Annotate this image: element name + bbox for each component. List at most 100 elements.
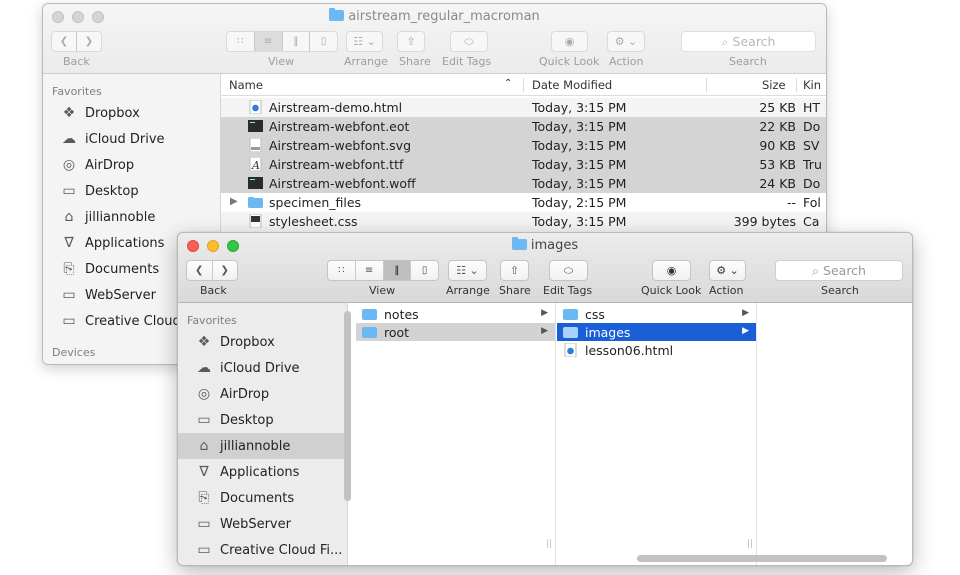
share-label: Share (399, 55, 431, 68)
share-label: Share (499, 284, 531, 297)
file-row[interactable]: A Airstream-webfont.ttf Today, 3:15 PM 5… (221, 155, 826, 174)
arrange-button[interactable]: ☷ ⌄ (448, 260, 487, 281)
titlebar[interactable]: images ❮ ❯ Back ∷ ≡ ‖ ▯ View ☷ ⌄ Arrange … (178, 233, 912, 303)
sidebar-item-webserver[interactable]: ▭ WebServer (178, 511, 347, 537)
column-item-root[interactable]: root ▶ (356, 323, 555, 341)
view-mode-control[interactable]: ∷ ≡ ‖ ▯ (327, 260, 439, 281)
front-finder-window[interactable]: images ❮ ❯ Back ∷ ≡ ‖ ▯ View ☷ ⌄ Arrange … (177, 232, 913, 566)
horizontal-scrollbar[interactable] (637, 555, 887, 562)
share-button[interactable]: ⇧ (500, 260, 529, 281)
action-button[interactable]: ⚙ ⌄ (709, 260, 746, 281)
desktop-icon: ▭ (62, 183, 76, 199)
chevron-right-icon: ▶ (541, 308, 548, 318)
folder-icon (563, 308, 578, 320)
view-mode-control[interactable]: ∷ ≡ ‖ ▯ (226, 31, 338, 52)
column-resize-handle[interactable]: || (747, 539, 753, 549)
eye-icon: ◉ (564, 35, 575, 48)
forward-arrow-icon[interactable]: ❯ (213, 261, 238, 280)
column-view-icon[interactable]: ‖ (283, 32, 311, 51)
column-item-lesson06[interactable]: lesson06.html (557, 341, 756, 359)
file-row[interactable]: Airstream-webfont.woff Today, 3:15 PM 24… (221, 174, 826, 193)
svg-file-icon (249, 138, 262, 152)
column-item-css[interactable]: css ▶ (557, 305, 756, 323)
gear-icon: ⚙ ⌄ (614, 35, 638, 48)
back-forward-control[interactable]: ❮ ❯ (51, 31, 102, 52)
html-file-icon (564, 343, 577, 357)
sidebar-item-airdrop[interactable]: ◎ AirDrop (43, 152, 220, 178)
forward-arrow-icon[interactable]: ❯ (77, 32, 101, 51)
arrange-icon: ☷ ⌄ (456, 264, 479, 277)
titlebar[interactable]: airstream_regular_macroman ❮ ❯ Back ∷ ≡ ‖… (43, 4, 826, 74)
view-label: View (268, 55, 295, 68)
file-row[interactable]: ▶ specimen_files Today, 2:15 PM -- Fol (221, 193, 826, 212)
folder-icon (563, 326, 578, 338)
tag-icon: ⬭ (464, 34, 474, 48)
applications-icon: ∇ (199, 464, 209, 480)
share-button[interactable]: ⇧ (397, 31, 425, 52)
font-file-icon: A (249, 157, 262, 171)
search-icon: ⌕ (812, 262, 820, 278)
back-arrow-icon[interactable]: ❮ (187, 261, 213, 280)
disclosure-triangle-icon[interactable]: ▶ (230, 196, 238, 207)
cover-flow-icon[interactable]: ▯ (411, 261, 438, 280)
action-button[interactable]: ⚙ ⌄ (607, 31, 645, 52)
cloud-icon: ☁ (197, 360, 211, 376)
favorites-heading: Favorites (187, 314, 237, 327)
search-field[interactable]: ⌕ Search (681, 31, 816, 52)
sidebar-item-desktop[interactable]: ▭ Desktop (43, 178, 220, 204)
icon-view-icon[interactable]: ∷ (227, 32, 255, 51)
column-item-notes[interactable]: notes ▶ (356, 305, 555, 323)
favorites-heading: Favorites (52, 85, 102, 98)
arrange-button[interactable]: ☷ ⌄ (346, 31, 383, 52)
airdrop-icon: ◎ (197, 386, 211, 402)
cover-flow-icon[interactable]: ▯ (310, 32, 337, 51)
back-label: Back (200, 284, 227, 297)
sidebar-item-desktop[interactable]: ▭ Desktop (178, 407, 347, 433)
home-icon: ⌂ (199, 438, 209, 454)
dropbox-icon: ❖ (62, 105, 76, 121)
svg-text:A: A (251, 159, 260, 171)
column-item-images[interactable]: images ▶ (557, 323, 756, 341)
window-title: airstream_regular_macroman (43, 8, 826, 24)
sidebar-item-icloud-drive[interactable]: ☁ iCloud Drive (43, 126, 220, 152)
html-file-icon (249, 100, 262, 114)
column-header-kind[interactable]: Kin (803, 78, 821, 92)
column-resize-handle[interactable]: || (546, 539, 552, 549)
sidebar-item-documents[interactable]: ⎘ Documents (178, 485, 347, 511)
file-row[interactable]: Airstream-webfont.eot Today, 3:15 PM 22 … (221, 117, 826, 136)
column-header-size[interactable]: Size (762, 78, 786, 92)
sidebar-scrollbar[interactable] (344, 311, 351, 501)
tag-icon: ⬭ (563, 263, 574, 277)
sidebar-item-dropbox[interactable]: ❖ Dropbox (178, 329, 347, 355)
folder-icon: ▭ (62, 313, 76, 329)
column-header-name[interactable]: Name (229, 78, 263, 92)
sidebar-item-icloud-drive[interactable]: ☁ iCloud Drive (178, 355, 347, 381)
window-title: images (178, 237, 912, 253)
column-header-date-modified[interactable]: Date Modified (532, 78, 612, 92)
search-field[interactable]: ⌕ Search (775, 260, 903, 281)
edit-tags-button[interactable]: ⬭ (450, 31, 488, 52)
quick-look-button[interactable]: ◉ (652, 260, 691, 281)
list-view-icon[interactable]: ≡ (356, 261, 384, 280)
file-row[interactable]: Airstream-demo.html Today, 3:15 PM 25 KB… (221, 98, 826, 117)
file-row[interactable]: stylesheet.css Today, 3:15 PM 399 bytes … (221, 212, 826, 231)
folder-icon (329, 8, 345, 21)
woff-file-icon (248, 177, 263, 189)
back-forward-control[interactable]: ❮ ❯ (186, 260, 238, 281)
sidebar-item-applications[interactable]: ∇ Applications (178, 459, 347, 485)
browser-column-3 (758, 303, 912, 565)
sidebar-item-creative-cloud[interactable]: ▭ Creative Cloud Fi... (178, 537, 347, 563)
sidebar-item-airdrop[interactable]: ◎ AirDrop (178, 381, 347, 407)
sidebar-item-home[interactable]: ⌂ jilliannoble (43, 204, 220, 230)
file-row[interactable]: Airstream-webfont.svg Today, 3:15 PM 90 … (221, 136, 826, 155)
folder-icon (362, 326, 377, 338)
sidebar-item-home[interactable]: ⌂ jilliannoble (178, 433, 347, 459)
folder-icon: ▭ (197, 516, 211, 532)
edit-tags-button[interactable]: ⬭ (549, 260, 588, 281)
list-view-icon[interactable]: ≡ (254, 32, 283, 51)
sidebar-item-dropbox[interactable]: ❖ Dropbox (43, 100, 220, 126)
back-arrow-icon[interactable]: ❮ (52, 32, 77, 51)
icon-view-icon[interactable]: ∷ (328, 261, 356, 280)
quick-look-button[interactable]: ◉ (551, 31, 588, 52)
column-view-icon[interactable]: ‖ (383, 261, 412, 280)
